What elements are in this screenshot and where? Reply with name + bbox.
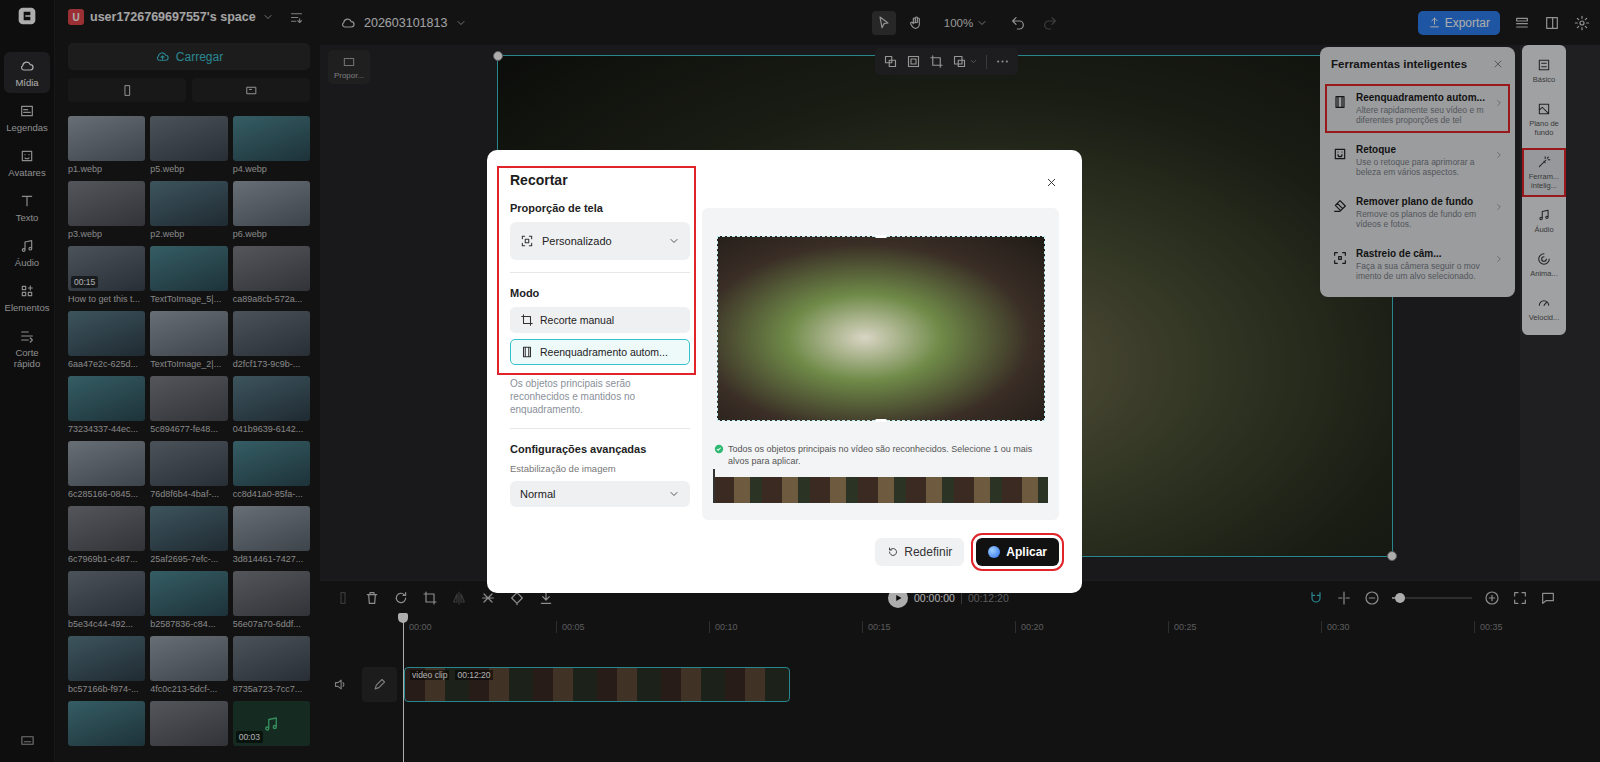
crop-preview[interactable] [717,236,1045,421]
section-label: Modo [510,287,690,299]
apply-orb-icon [988,546,1000,558]
crop-preview-pane: Todos os objetos principais no vídeo são… [702,208,1059,520]
frame-strip[interactable] [714,477,1048,503]
close-icon[interactable] [1045,176,1058,189]
crop-icon [520,313,534,327]
crop-settings: Recortar Proporção de tela Personalizado Mo… [510,172,690,520]
field-label: Estabilização de imagem [510,463,690,474]
dialog-title: Recortar [510,172,690,188]
aspect-ratio-value: Personalizado [542,235,660,247]
crop-dialog: Recortar Proporção de tela Personalizado Mo… [487,150,1082,593]
crop-frame[interactable] [717,236,1045,421]
crop-settings-head: Recortar Proporção de tela Personalizado Mo… [497,166,696,375]
apply-label: Aplicar [1006,545,1047,559]
section-label: Configurações avançadas [510,443,690,455]
mode-label: Reenquadramento autom... [540,346,668,358]
chevron-down-icon [668,488,680,500]
mode-label: Recorte manual [540,314,614,326]
reset-button[interactable]: Redefinir [875,538,964,566]
check-circle-icon [714,444,724,454]
mode-option[interactable]: Reenquadramento autom... [510,339,690,365]
editor-app: MídiaLegendasAvataresTextoÁudioElementos… [0,0,1600,762]
aspect-ratio-select[interactable]: Personalizado [510,222,690,260]
reset-label: Redefinir [904,545,952,559]
mode-option[interactable]: Recorte manual [510,307,690,333]
custom-ratio-icon [520,234,534,248]
detection-text: Todos os objetos principais no vídeo são… [728,443,1047,467]
stabilization-select[interactable]: Normal [510,481,690,507]
detection-info: Todos os objetos principais no vídeo são… [714,443,1047,467]
chevron-down-icon [668,235,680,247]
modal-backdrop: Recortar Proporção de tela Personalizado Mo… [0,0,1600,762]
reframe-icon [520,345,534,359]
reset-icon [887,546,899,558]
apply-button[interactable]: Aplicar [976,538,1059,566]
section-label: Proporção de tela [510,202,690,214]
mode-description: Os objetos principais serão reconhecidos… [510,377,690,416]
strip-marker[interactable] [713,469,715,503]
stabilization-value: Normal [520,488,660,500]
